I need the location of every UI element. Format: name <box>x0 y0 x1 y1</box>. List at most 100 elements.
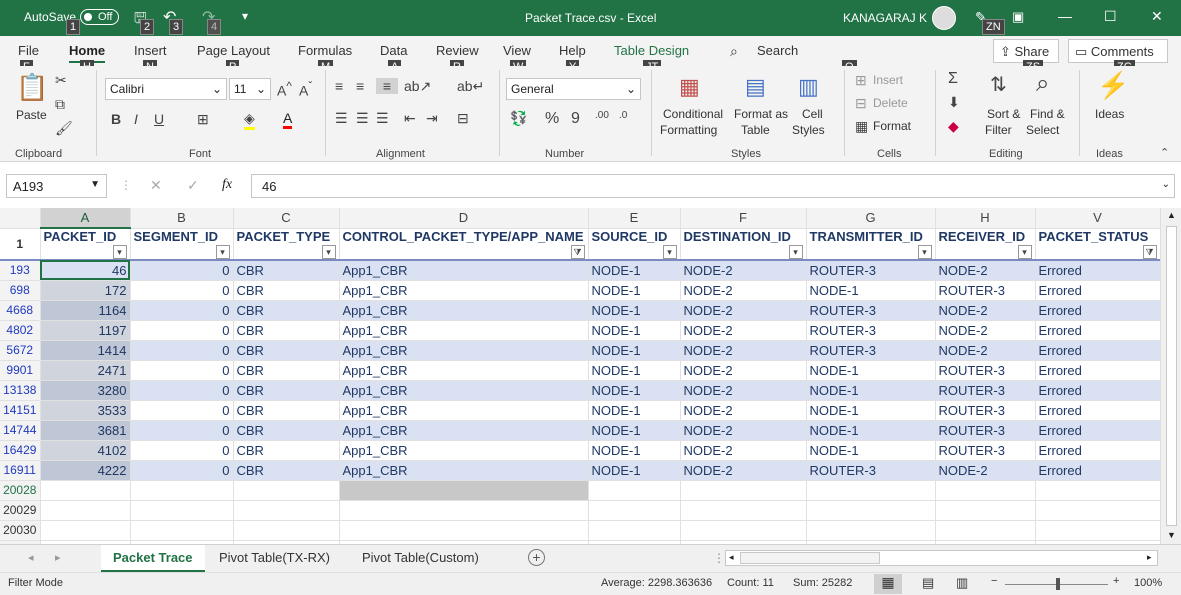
row-header[interactable]: 698 <box>0 280 41 301</box>
empty-cell[interactable] <box>1035 500 1161 521</box>
enter-icon[interactable]: ✓ <box>187 177 199 194</box>
table-cell[interactable]: ROUTER-3 <box>935 440 1036 461</box>
table-cell[interactable]: NODE-1 <box>588 440 681 461</box>
find-select-line2[interactable]: Select <box>1026 123 1059 137</box>
align-center-icon[interactable]: ☰ <box>356 110 369 127</box>
underline-button[interactable]: U <box>154 111 164 127</box>
autosave-toggle[interactable]: Off <box>80 9 119 25</box>
row-header[interactable]: 14151 <box>0 400 41 421</box>
tab-home[interactable]: Home <box>69 43 106 63</box>
table-cell[interactable]: NODE-1 <box>806 420 936 441</box>
table-header-cell[interactable]: TRANSMITTER_ID ▾ <box>806 228 936 261</box>
table-cell[interactable]: NODE-1 <box>806 360 936 381</box>
empty-cell[interactable] <box>680 480 807 501</box>
table-cell[interactable]: 0 <box>130 280 234 301</box>
scroll-up-icon[interactable]: ▲ <box>1167 210 1176 220</box>
empty-cell[interactable] <box>680 500 807 521</box>
table-cell[interactable]: NODE-2 <box>680 260 807 281</box>
row-header[interactable]: 20029 <box>0 500 41 521</box>
empty-cell[interactable] <box>40 480 131 501</box>
zoom-in-icon[interactable]: + <box>1113 575 1119 587</box>
format-as-table-line1[interactable]: Format as <box>734 107 788 121</box>
column-header-f[interactable]: F <box>680 208 807 229</box>
increase-decimal-icon[interactable]: .00 <box>595 110 609 121</box>
table-cell[interactable]: Errored <box>1035 320 1161 341</box>
ribbon-display-icon[interactable]: ▣ <box>1012 9 1024 25</box>
scroll-down-icon[interactable]: ▼ <box>1167 530 1176 540</box>
ideas-button[interactable]: Ideas <box>1095 107 1124 121</box>
column-header-g[interactable]: G <box>806 208 936 229</box>
next-sheet-icon[interactable]: ▸ <box>55 551 61 564</box>
horizontal-scrollbar[interactable]: ◂ ▸ <box>725 550 1158 566</box>
tab-review[interactable]: Review <box>436 43 479 58</box>
cell-styles-line1[interactable]: Cell <box>802 107 823 121</box>
table-cell[interactable]: App1_CBR <box>339 400 589 421</box>
table-cell[interactable]: Errored <box>1035 460 1161 481</box>
table-cell[interactable]: NODE-1 <box>588 460 681 481</box>
table-cell[interactable]: NODE-2 <box>680 400 807 421</box>
table-cell[interactable]: NODE-1 <box>588 300 681 321</box>
table-cell[interactable]: NODE-1 <box>588 400 681 421</box>
insert-cells-button[interactable]: Insert <box>873 73 903 87</box>
row-header[interactable]: 16911 <box>0 460 41 481</box>
table-cell[interactable]: NODE-1 <box>588 320 681 341</box>
table-cell[interactable]: 0 <box>130 400 234 421</box>
format-painter-icon[interactable]: 🖌 <box>55 120 73 137</box>
table-cell[interactable]: ROUTER-3 <box>935 280 1036 301</box>
table-cell[interactable]: NODE-2 <box>935 300 1036 321</box>
table-cell[interactable]: CBR <box>233 400 340 421</box>
table-cell[interactable]: NODE-1 <box>588 360 681 381</box>
table-cell[interactable]: 0 <box>130 380 234 401</box>
table-cell[interactable]: App1_CBR <box>339 360 589 381</box>
table-cell[interactable]: 0 <box>130 260 234 281</box>
filter-dropdown-icon[interactable]: ▾ <box>112 245 127 258</box>
table-cell[interactable]: CBR <box>233 380 340 401</box>
fill-color-icon[interactable]: ◈ <box>244 110 255 130</box>
empty-cell[interactable] <box>935 520 1036 541</box>
table-cell[interactable]: Errored <box>1035 360 1161 381</box>
table-cell[interactable]: CBR <box>233 360 340 381</box>
font-color-icon[interactable]: A <box>283 110 293 129</box>
scroll-left-icon[interactable]: ◂ <box>729 552 734 563</box>
table-cell[interactable]: 4102 <box>40 440 131 461</box>
prev-sheet-icon[interactable]: ◂ <box>28 551 34 564</box>
row-header[interactable]: 193 <box>0 260 41 281</box>
table-cell[interactable]: 1197 <box>40 320 131 341</box>
wrap-text-icon[interactable]: ab↵ <box>457 78 484 95</box>
empty-cell[interactable] <box>40 520 131 541</box>
table-cell[interactable]: CBR <box>233 460 340 481</box>
empty-cell[interactable] <box>130 500 234 521</box>
conditional-formatting-line2[interactable]: Formatting <box>660 123 717 137</box>
table-cell[interactable]: 2471 <box>40 360 131 381</box>
bold-button[interactable]: B <box>111 111 121 127</box>
row-header[interactable]: 9901 <box>0 360 41 381</box>
find-select-line1[interactable]: Find & <box>1030 107 1065 121</box>
filter-dropdown-icon[interactable]: ▾ <box>1017 244 1032 258</box>
table-cell[interactable]: Errored <box>1035 440 1161 461</box>
table-cell[interactable]: Errored <box>1035 400 1161 421</box>
filter-active-icon[interactable]: ⧩ <box>570 244 585 258</box>
table-cell[interactable]: NODE-1 <box>806 380 936 401</box>
formula-input[interactable]: 46 ⌄ <box>251 174 1175 198</box>
tab-file[interactable]: File <box>18 43 39 58</box>
align-top-icon[interactable]: ≡ <box>335 78 343 94</box>
sheet-tab-pivot-custom[interactable]: Pivot Table(Custom) <box>350 545 491 572</box>
tab-data[interactable]: Data <box>380 43 407 58</box>
table-cell[interactable]: Errored <box>1035 380 1161 401</box>
find-select-icon[interactable]: ⌕ <box>1036 70 1049 98</box>
autosum-icon[interactable]: Σ <box>948 70 958 88</box>
row-header[interactable]: 20030 <box>0 520 41 541</box>
customize-qat-icon[interactable]: ▾ <box>242 9 248 23</box>
table-cell[interactable]: Errored <box>1035 260 1161 281</box>
tab-table-design[interactable]: Table Design <box>614 43 689 58</box>
tab-page-layout[interactable]: Page Layout <box>197 43 270 58</box>
empty-cell[interactable] <box>40 500 131 521</box>
empty-cell[interactable] <box>680 520 807 541</box>
empty-cell[interactable] <box>339 520 589 541</box>
table-cell[interactable]: 1414 <box>40 340 131 361</box>
table-header-cell[interactable]: PACKET_STATUS ⧩ <box>1035 228 1161 261</box>
comma-style-icon[interactable]: 9 <box>571 110 580 128</box>
table-cell[interactable]: 0 <box>130 340 234 361</box>
conditional-formatting-line1[interactable]: Conditional <box>663 107 723 121</box>
zoom-slider-handle[interactable] <box>1056 578 1060 590</box>
